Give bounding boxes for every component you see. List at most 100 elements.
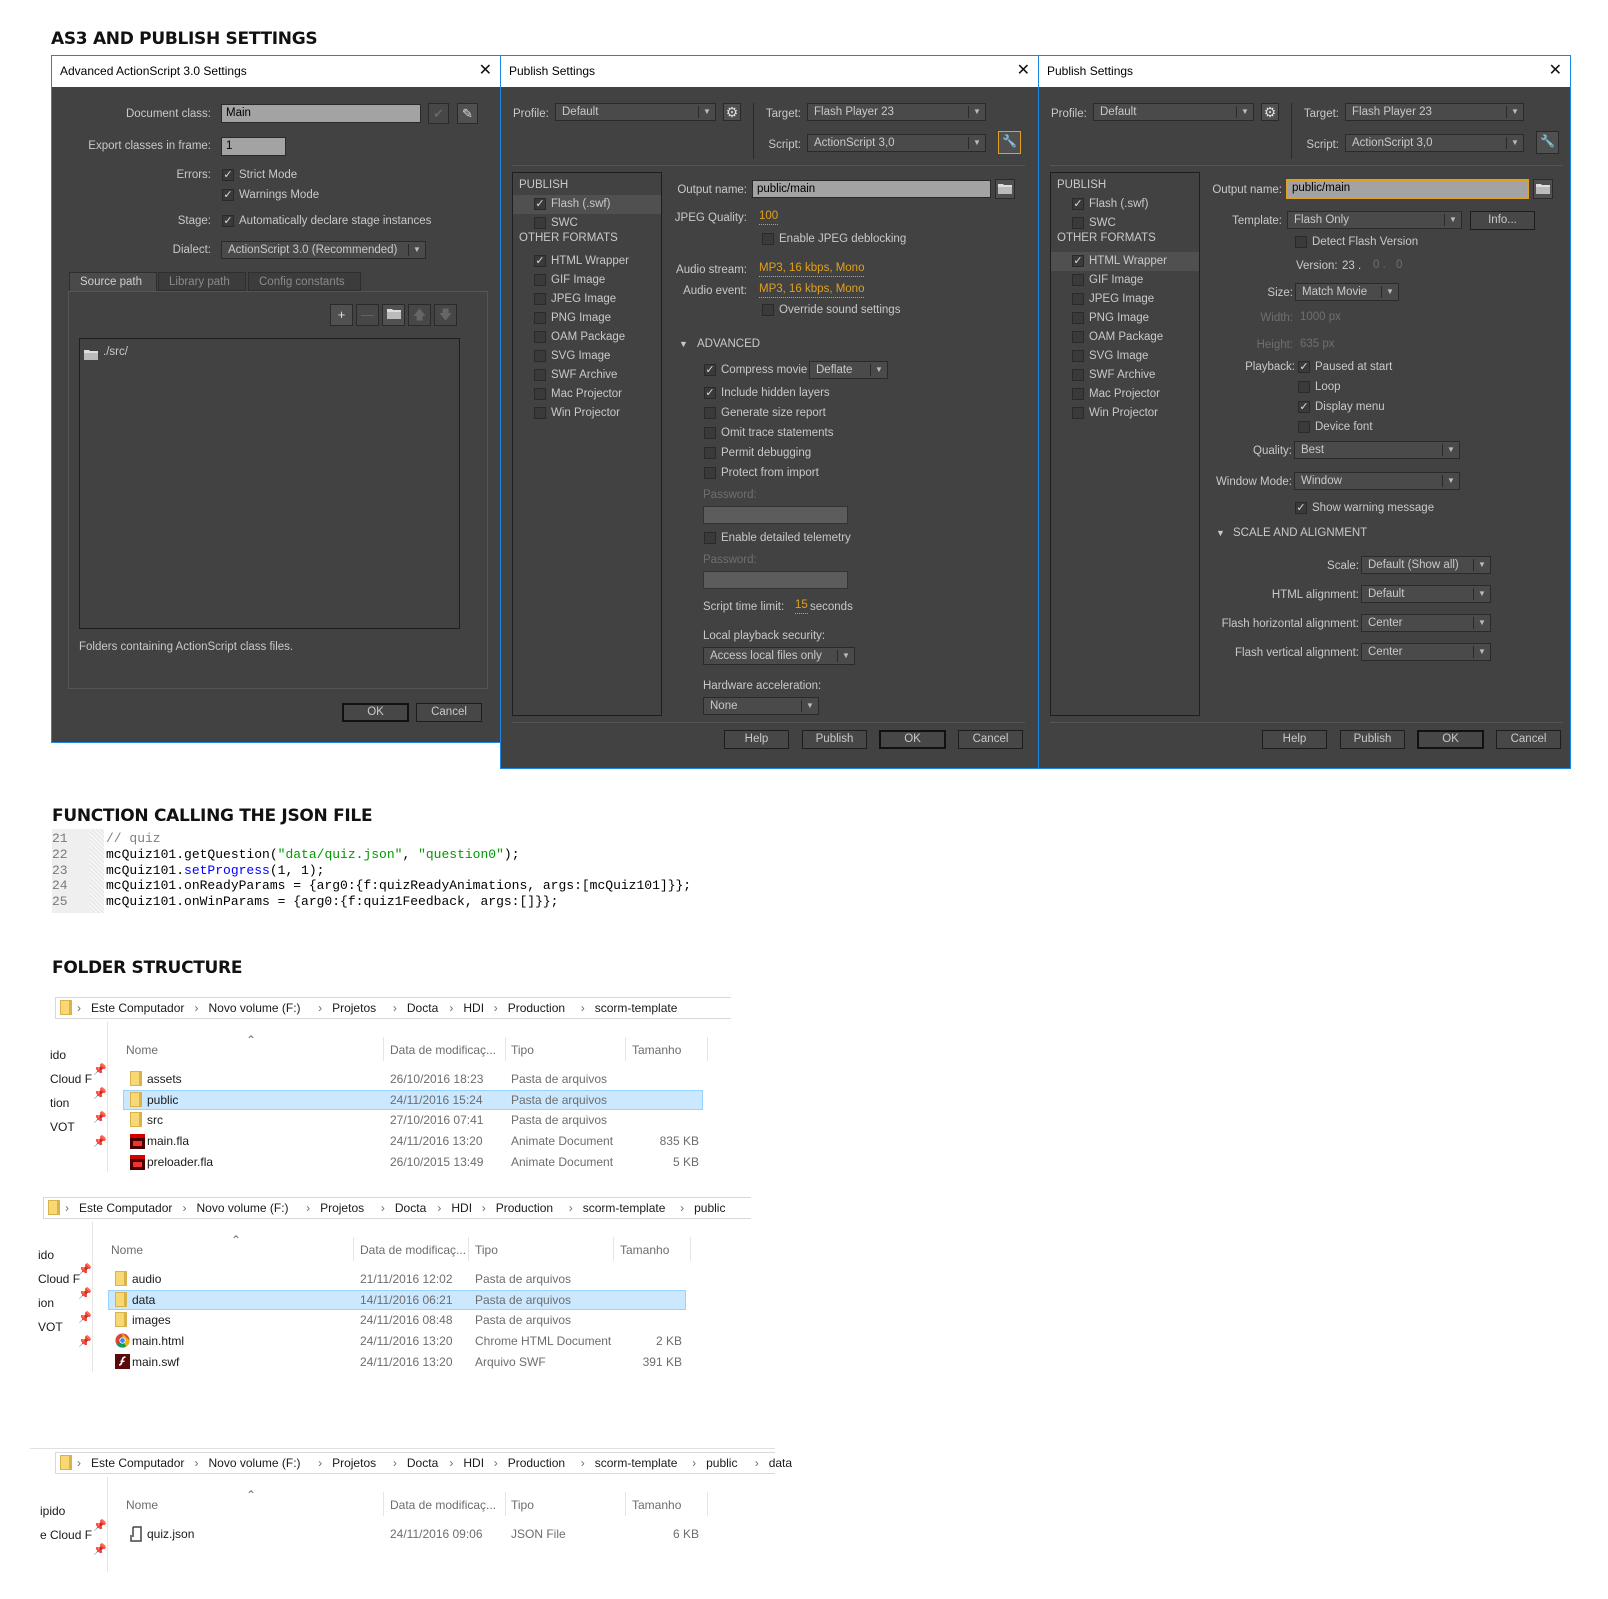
ok-button[interactable]: OK [879,730,946,749]
breadcrumb-item[interactable]: Este Computador [91,1000,184,1016]
ok-button[interactable]: OK [342,703,409,722]
column-header-name[interactable]: Nome [126,1497,158,1513]
audio-stream-value[interactable]: MP3, 16 kbps, Mono [759,261,865,277]
flash-vertical-alignment-select[interactable]: Center ▼ [1361,643,1491,661]
breadcrumb-item[interactable]: Novo volume (F:) [209,1000,301,1016]
column-header-date[interactable]: Data de modificaç... [360,1242,466,1258]
dialect-select[interactable]: ActionScript 3.0 (Recommended) ▼ [221,241,426,259]
scale-select[interactable]: Default (Show all) ▼ [1361,556,1491,574]
local-security-select[interactable]: Access local files only ▼ [703,647,855,665]
breadcrumb-item[interactable]: scorm-template [595,1455,678,1471]
close-icon[interactable]: ✕ [1017,56,1030,86]
html-alignment-select[interactable]: Default ▼ [1361,585,1491,603]
flash-horizontal-alignment-select[interactable]: Center ▼ [1361,614,1491,632]
breadcrumb-item[interactable]: public [694,1200,725,1216]
column-header-size[interactable]: Tamanho [632,1497,681,1513]
nav-pane-item[interactable]: ido [38,1247,54,1263]
cancel-button[interactable]: Cancel [1496,730,1561,749]
add-path-button[interactable]: + [330,304,353,326]
help-button[interactable]: Help [1262,730,1327,749]
window-mode-select[interactable]: Window ▼ [1294,472,1460,490]
compression-select[interactable]: Deflate ▼ [809,361,888,379]
nav-pane-item[interactable]: VOT [50,1119,75,1135]
collapse-triangle-icon[interactable]: ▼ [1216,525,1225,541]
breadcrumb-item[interactable]: Este Computador [79,1200,172,1216]
breadcrumb-item[interactable]: Projetos [332,1000,376,1016]
move-up-button[interactable]: 🡅 [408,304,431,326]
breadcrumb-item[interactable]: Docta [407,1000,438,1016]
breadcrumb-item[interactable]: HDI [463,1000,484,1016]
profile-select[interactable]: Default ▼ [555,103,716,121]
breadcrumb-item[interactable]: public [706,1455,737,1471]
output-name-input[interactable]: public/main [1286,179,1529,199]
script-time-value[interactable]: 15 [795,598,808,614]
remove-path-button[interactable]: — [356,304,379,326]
breadcrumb-item[interactable]: Projetos [320,1200,364,1216]
column-header-size[interactable]: Tamanho [620,1242,669,1258]
collapse-triangle-icon[interactable]: ▼ [679,336,688,352]
nav-pane-item[interactable]: tion [50,1095,69,1111]
ok-button[interactable]: OK [1417,730,1484,749]
browse-output-button[interactable] [995,179,1015,199]
source-path-item[interactable]: ./src/ [103,344,128,360]
nav-pane-item[interactable]: Cloud F [50,1071,92,1087]
profile-options-gear-icon[interactable]: ⚙ [723,103,741,121]
help-button[interactable]: Help [724,730,789,749]
breadcrumb-item[interactable]: Este Computador [91,1455,184,1471]
script-select[interactable]: ActionScript 3,0 ▼ [1345,134,1524,152]
profile-options-gear-icon[interactable]: ⚙ [1261,103,1279,121]
breadcrumb-item[interactable]: HDI [451,1200,472,1216]
size-select[interactable]: Match Movie ▼ [1295,283,1399,301]
output-name-input[interactable]: public/main [752,180,991,198]
breadcrumb-item[interactable]: Novo volume (F:) [197,1200,289,1216]
hw-accel-select[interactable]: None ▼ [703,697,819,715]
browse-folder-button[interactable] [382,304,405,326]
document-class-input[interactable]: Main [221,104,421,123]
actionscript-settings-wrench-icon[interactable]: 🔧 [998,131,1021,154]
actionscript-settings-wrench-icon[interactable]: 🔧 [1536,131,1559,154]
nav-pane-item[interactable]: ion [38,1295,54,1311]
template-select[interactable]: Flash Only ▼ [1287,211,1462,229]
column-header-name[interactable]: Nome [126,1042,158,1058]
target-select[interactable]: Flash Player 23 ▼ [807,103,986,121]
breadcrumb-item[interactable]: Novo volume (F:) [209,1455,301,1471]
breadcrumb-item[interactable]: scorm-template [595,1000,678,1016]
column-header-type[interactable]: Tipo [511,1497,534,1513]
breadcrumb-item[interactable]: Projetos [332,1455,376,1471]
script-select[interactable]: ActionScript 3,0 ▼ [807,134,986,152]
breadcrumb-item[interactable]: Docta [407,1455,438,1471]
source-path-list[interactable]: ./src/ [79,338,460,629]
export-frame-input[interactable]: 1 [221,137,286,156]
breadcrumb-item[interactable]: Docta [395,1200,426,1216]
jpeg-quality-value[interactable]: 100 [759,209,779,225]
template-info-button[interactable]: Info... [1470,211,1535,230]
nav-pane-item[interactable]: e Cloud F [40,1527,92,1543]
move-down-button[interactable]: 🡇 [434,304,457,326]
audio-event-value[interactable]: MP3, 16 kbps, Mono [759,282,865,298]
close-icon[interactable]: ✕ [479,56,492,86]
breadcrumb-item[interactable]: Production [508,1000,565,1016]
column-header-size[interactable]: Tamanho [632,1042,681,1058]
nav-pane-item[interactable]: ipido [40,1503,65,1519]
breadcrumb-item[interactable]: data [769,1455,792,1471]
publish-button[interactable]: Publish [802,730,867,749]
cancel-button[interactable]: Cancel [416,703,482,722]
browse-output-button[interactable] [1533,179,1553,199]
breadcrumb-item[interactable]: Production [508,1455,565,1471]
tab-config-constants[interactable]: Config constants [248,272,361,291]
column-header-type[interactable]: Tipo [511,1042,534,1058]
nav-pane-item[interactable]: Cloud F [38,1271,80,1287]
quality-select[interactable]: Best ▼ [1294,441,1460,459]
nav-pane-item[interactable]: ido [50,1047,66,1063]
column-header-date[interactable]: Data de modificaç... [390,1497,496,1513]
tab-library-path[interactable]: Library path [158,272,246,291]
breadcrumb-item[interactable]: scorm-template [583,1200,666,1216]
tab-source-path[interactable]: Source path [69,272,157,291]
cancel-button[interactable]: Cancel [958,730,1023,749]
edit-class-button[interactable]: ✎ [457,103,478,124]
column-header-name[interactable]: Nome [111,1242,143,1258]
breadcrumb-item[interactable]: HDI [463,1455,484,1471]
profile-select[interactable]: Default ▼ [1093,103,1254,121]
column-header-type[interactable]: Tipo [475,1242,498,1258]
publish-button[interactable]: Publish [1340,730,1405,749]
